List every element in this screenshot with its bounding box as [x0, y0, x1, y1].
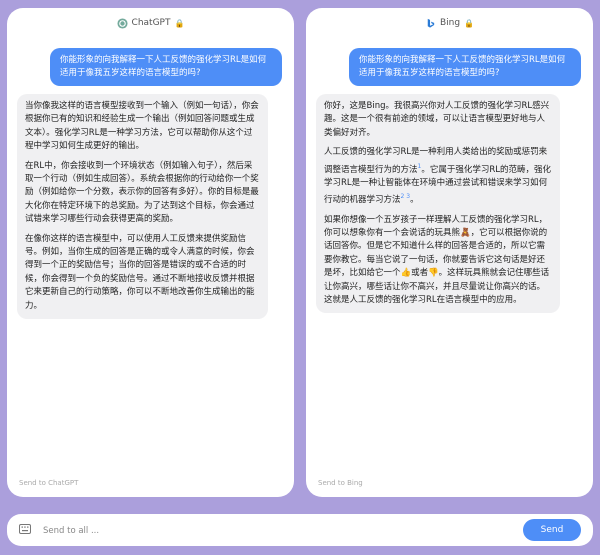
bing-header: Bing 🔒 — [306, 10, 593, 36]
chatgpt-panel: ChatGPT 🔒 你能形象的向我解释一下人工反馈的强化学习RL是如何适用于像我… — [7, 8, 294, 497]
send-to-all-input[interactable] — [41, 522, 485, 540]
bing-answer: 你好，这是Bing。我很高兴你对人工反馈的强化学习RL感兴趣。这是一个很有前途的… — [316, 94, 560, 314]
send-to-chatgpt-label[interactable]: Send to ChatGPT — [19, 479, 78, 487]
bing-panel: Bing 🔒 你能形象的向我解释一下人工反馈的强化学习RL是如何适用于像我五岁这… — [306, 8, 593, 497]
user-message: 你能形象的向我解释一下人工反馈的强化学习RL是如何适用于像我五岁这样的语言模型的… — [50, 48, 282, 86]
answer-text: 。 — [410, 195, 419, 206]
lock-icon: 🔒 — [174, 18, 185, 28]
chatgpt-answer: 当你像我这样的语言模型接收到一个输入（例如一句话），你会根据你已有的知识和经验生… — [17, 94, 268, 320]
citation-link[interactable]: 2 3 — [401, 193, 411, 200]
chatgpt-header: ChatGPT 🔒 — [7, 10, 294, 36]
keyboard-icon[interactable] — [19, 524, 31, 534]
send-button[interactable]: Send — [523, 519, 581, 541]
answer-paragraph: 当你像我这样的语言模型接收到一个输入（例如一句话），你会根据你已有的知识和经验生… — [25, 101, 259, 152]
chatgpt-title: ChatGPT — [131, 18, 171, 28]
bing-logo-icon — [427, 18, 435, 28]
chatgpt-logo-icon — [117, 17, 128, 29]
answer-paragraph: 如果你想像一个五岁孩子一样理解人工反馈的强化学习RL，你可以想象你有一个会说话的… — [324, 214, 550, 305]
answer-paragraph: 你好，这是Bing。我很高兴你对人工反馈的强化学习RL感兴趣。这是一个很有前途的… — [324, 101, 550, 138]
send-to-all-bar: Send — [7, 514, 593, 546]
answer-paragraph: 在像你这样的语言模型中，可以使用人工反馈来提供奖励信号。例如，当你生成的回答是正… — [25, 233, 255, 311]
send-to-bing-label[interactable]: Send to Bing — [318, 479, 363, 487]
answer-paragraph: 人工反馈的强化学习RL是一种利用人类给出的奖励或惩罚来调整语言模型行为的方法1。… — [324, 146, 552, 207]
answer-paragraph: 在RL中，你会接收到一个环境状态（例如输入句子），然后采取一个行动（例如生成回答… — [25, 160, 259, 225]
lock-icon: 🔒 — [464, 18, 475, 28]
bing-title: Bing — [439, 18, 461, 28]
user-message: 你能形象的向我解释一下人工反馈的强化学习RL是如何适用于像我五岁这样的语言模型的… — [349, 48, 581, 86]
